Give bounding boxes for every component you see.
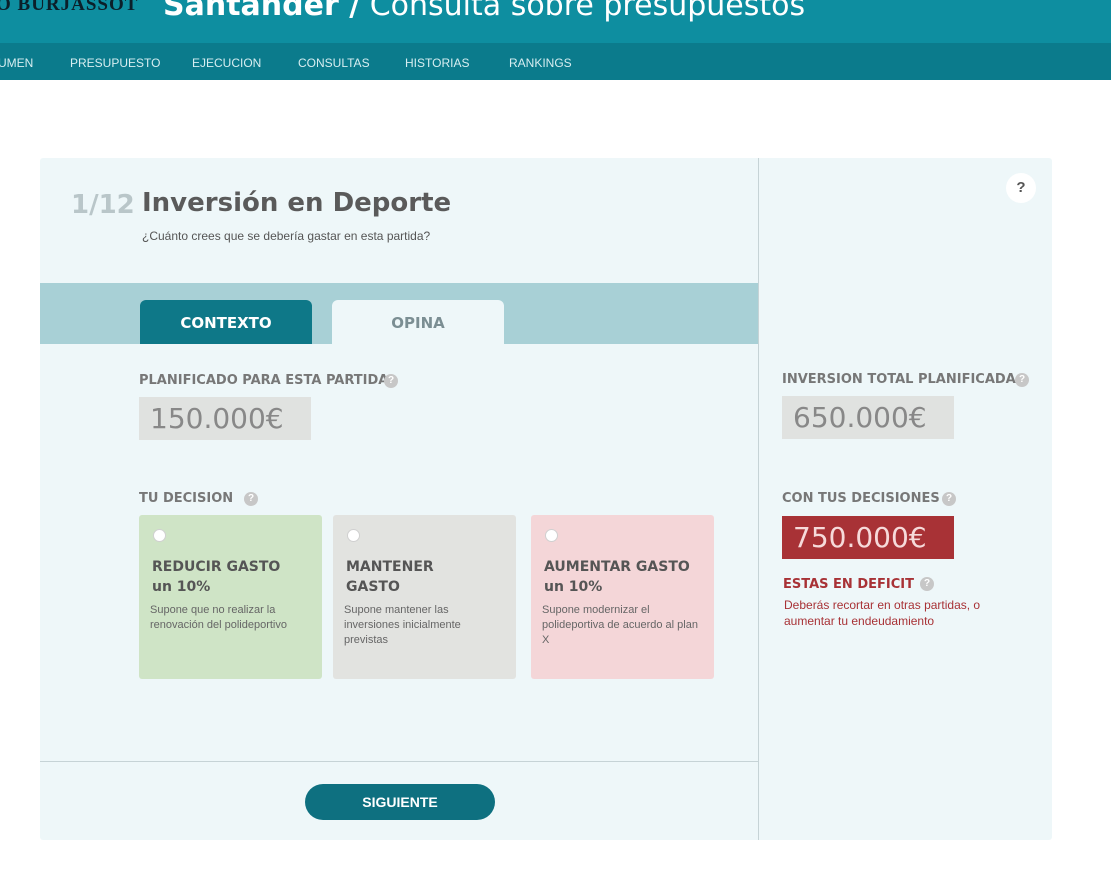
- option-title-line2: un 10%: [544, 579, 603, 595]
- option-radio[interactable]: [347, 529, 360, 542]
- nav-item-historias[interactable]: HISTORIAS: [405, 56, 469, 70]
- option-description: Supone mantener las inversiones inicialm…: [344, 604, 461, 646]
- planned-help-icon[interactable]: ?: [384, 374, 398, 388]
- planned-label: PLANIFICADO PARA ESTA PARTIDA: [139, 373, 389, 388]
- help-button[interactable]: ?: [1006, 173, 1036, 203]
- tab-opina[interactable]: OPINA: [332, 300, 504, 344]
- page-title: Santander / Consulta sobre presupuestos: [163, 0, 805, 23]
- question-title: Inversión en Deporte: [142, 188, 452, 218]
- nav-item-rankings[interactable]: RANKINGS: [509, 56, 572, 70]
- option-title: AUMENTAR GASTO un 10%: [544, 557, 701, 597]
- step-counter: 1/12: [71, 190, 135, 220]
- option-keep-spending[interactable]: MANTENER GASTO Supone mantener las inver…: [333, 515, 516, 679]
- option-radio[interactable]: [545, 529, 558, 542]
- with-decisions-help-icon[interactable]: ?: [942, 492, 956, 506]
- option-description: Supone modernizar el polideportiva de ac…: [542, 604, 698, 646]
- option-title-line2: un 10%: [152, 579, 211, 595]
- decision-help-icon[interactable]: ?: [244, 492, 258, 506]
- title-section: Consulta sobre presupuestos: [369, 0, 806, 23]
- total-label: INVERSION TOTAL PLANIFICADA: [782, 372, 1016, 387]
- decision-label: TU DECISION: [139, 491, 234, 506]
- top-header: O BURJASSOT Santander / Consulta sobre p…: [0, 0, 1111, 43]
- column-divider: [758, 158, 759, 840]
- next-button[interactable]: SIGUIENTE: [305, 784, 495, 820]
- option-reduce-spending[interactable]: REDUCIR GASTO un 10% Supone que no reali…: [139, 515, 322, 679]
- question-subtitle: ¿Cuánto crees que se debería gastar en e…: [142, 229, 431, 243]
- nav-item-presupuesto[interactable]: PRESUPUESTO: [70, 56, 160, 70]
- title-city: Santander /: [163, 0, 361, 23]
- option-title: REDUCIR GASTO un 10%: [152, 557, 309, 597]
- option-title-line2: GASTO: [346, 579, 400, 595]
- total-help-icon[interactable]: ?: [1015, 373, 1029, 387]
- with-decisions-value: 750.000€: [782, 516, 954, 559]
- main-nav: UMEN PRESUPUESTO EJECUCION CONSULTAS HIS…: [0, 43, 1111, 80]
- option-title: MANTENER GASTO: [346, 557, 503, 597]
- deficit-message: Deberás recortar en otras partidas, o au…: [784, 598, 981, 628]
- planned-value: 150.000€: [139, 397, 311, 440]
- nav-item-resumen[interactable]: UMEN: [0, 56, 33, 70]
- nav-item-consultas[interactable]: CONSULTAS: [298, 56, 370, 70]
- logo[interactable]: O BURJASSOT: [0, 0, 138, 16]
- option-title-line1: REDUCIR GASTO: [152, 559, 281, 575]
- with-decisions-label: CON TUS DECISIONES: [782, 491, 940, 506]
- option-description: Supone que no realizar la renovación del…: [150, 604, 287, 631]
- deficit-title: ESTAS EN DEFICIT: [783, 577, 914, 592]
- option-title-line1: AUMENTAR GASTO: [544, 559, 690, 575]
- tab-contexto[interactable]: CONTEXTO: [140, 300, 312, 344]
- option-radio[interactable]: [153, 529, 166, 542]
- nav-item-ejecucion[interactable]: EJECUCION: [192, 56, 261, 70]
- total-value: 650.000€: [782, 396, 954, 439]
- footer-divider: [40, 761, 758, 762]
- option-title-line1: MANTENER: [346, 559, 434, 575]
- option-increase-spending[interactable]: AUMENTAR GASTO un 10% Supone modernizar …: [531, 515, 714, 679]
- deficit-help-icon[interactable]: ?: [920, 577, 934, 591]
